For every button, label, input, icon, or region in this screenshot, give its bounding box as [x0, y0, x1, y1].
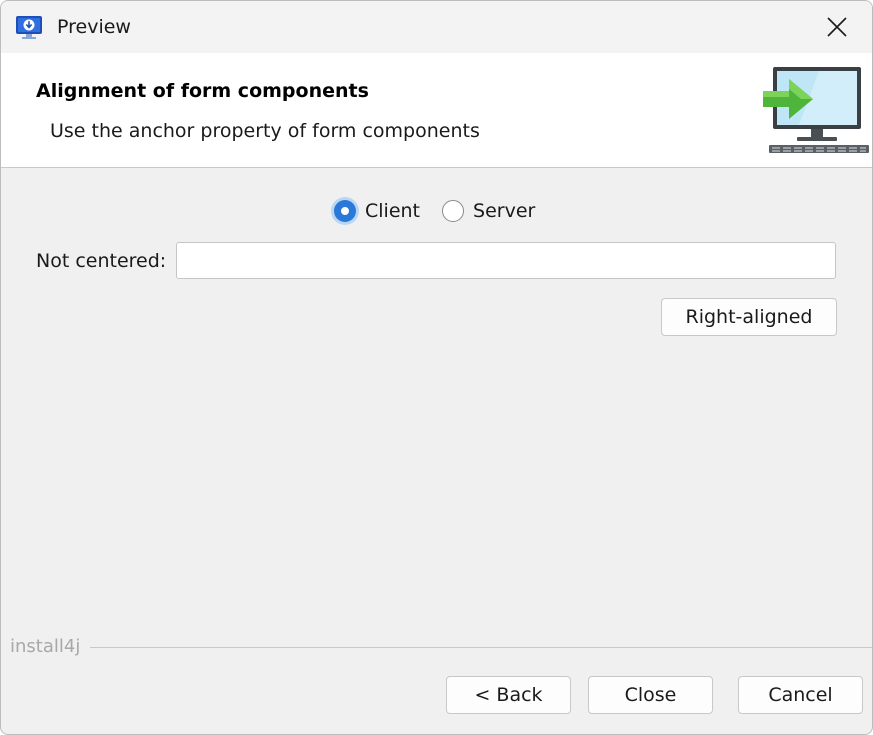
not-centered-label: Not centered: [36, 250, 167, 272]
not-centered-input[interactable] [176, 242, 836, 279]
right-aligned-button[interactable]: Right-aligned [661, 298, 837, 336]
radio-server-label: Server [473, 200, 536, 222]
footer-divider [90, 647, 872, 648]
cancel-button[interactable]: Cancel [738, 676, 863, 714]
radio-circle-checked [334, 200, 356, 222]
close-icon[interactable] [819, 9, 855, 45]
preview-dialog: Preview Alignment of form components Use… [0, 0, 873, 735]
installer-download-icon [15, 15, 43, 41]
monitor-arrow-icon [759, 65, 871, 157]
radio-server[interactable]: Server [442, 200, 535, 222]
brand-label: install4j [10, 636, 81, 657]
back-button[interactable]: < Back [446, 676, 571, 714]
header-panel: Alignment of form components Use the anc… [1, 53, 872, 168]
radio-circle-unchecked [442, 200, 465, 222]
page-subtitle: Use the anchor property of form componen… [50, 120, 480, 142]
mode-radio-group: Client Server [334, 194, 535, 228]
window-title: Preview [57, 16, 131, 38]
close-button[interactable]: Close [588, 676, 713, 714]
title-bar: Preview [1, 1, 872, 53]
radio-client[interactable]: Client [334, 200, 420, 222]
radio-client-label: Client [365, 200, 421, 222]
page-title: Alignment of form components [36, 80, 369, 102]
